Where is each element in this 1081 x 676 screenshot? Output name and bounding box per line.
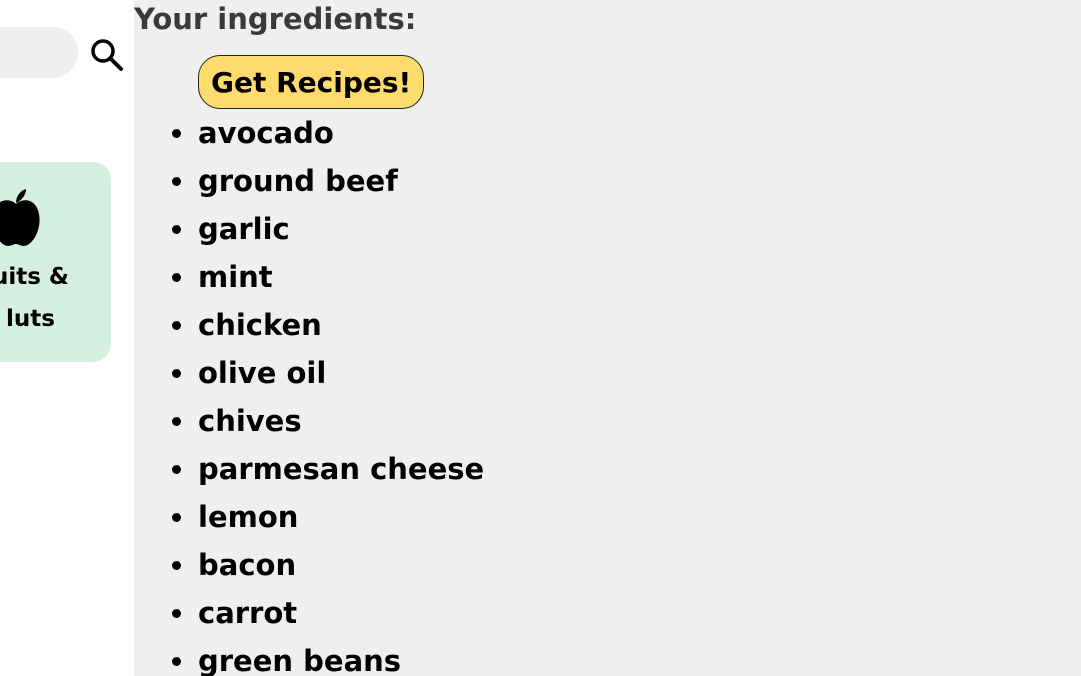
- ingredient-item: carrot: [171, 589, 484, 637]
- ingredient-item: garlic: [171, 205, 484, 253]
- category-card-fruits-nuts[interactable]: uits & luts: [0, 162, 111, 362]
- ingredient-item: chives: [171, 397, 484, 445]
- ingredient-item: chicken: [171, 301, 484, 349]
- ingredient-list: avocado ground beef garlic mint chicken …: [171, 109, 484, 676]
- get-recipes-button[interactable]: Get Recipes!: [198, 55, 425, 109]
- section-title: Your ingredients:: [134, 2, 417, 36]
- ingredients-panel: Your ingredients: Get Recipes! avocado g…: [134, 0, 1081, 676]
- ingredient-item: parmesan cheese: [171, 445, 484, 493]
- sidebar: uits & luts: [0, 0, 134, 676]
- search-input[interactable]: [0, 27, 78, 78]
- category-label: uits & luts: [0, 256, 111, 340]
- category-label-line2: luts: [6, 306, 55, 332]
- ingredient-item: lemon: [171, 493, 484, 541]
- apple-icon: [0, 189, 40, 246]
- ingredient-item: bacon: [171, 541, 484, 589]
- ingredient-item: green beans: [171, 637, 484, 676]
- ingredient-item: avocado: [171, 109, 484, 157]
- category-label-line1: uits &: [0, 264, 69, 290]
- ingredient-item: ground beef: [171, 157, 484, 205]
- ingredient-item: mint: [171, 253, 484, 301]
- ingredient-item: olive oil: [171, 349, 484, 397]
- search-icon[interactable]: [88, 36, 124, 72]
